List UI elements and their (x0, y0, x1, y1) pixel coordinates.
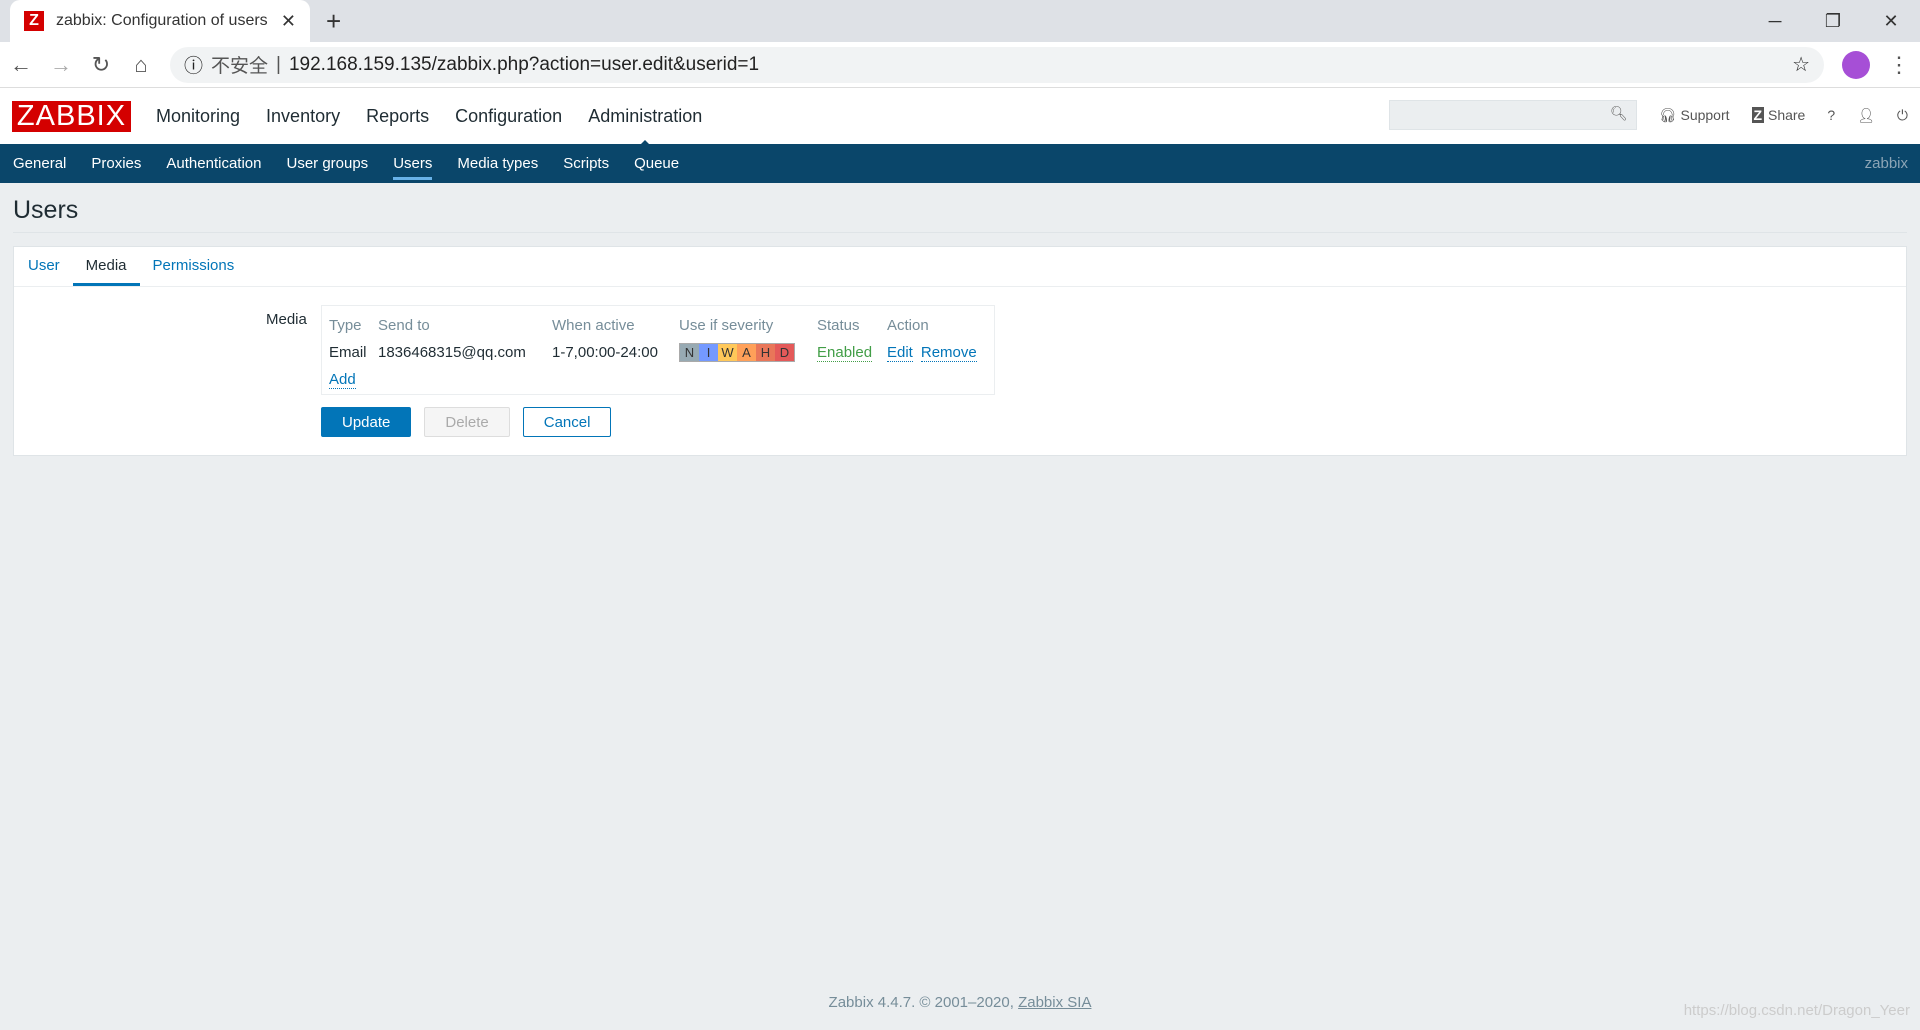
sign-out-icon[interactable]: ⏻ (1897, 107, 1908, 124)
edit-link[interactable]: Edit (887, 344, 913, 362)
col-status: Status (817, 317, 860, 334)
media-type: Email (329, 344, 367, 361)
nav-configuration[interactable]: Configuration (442, 106, 575, 127)
forward-icon[interactable]: → (50, 52, 72, 78)
media-label: Media (266, 311, 307, 328)
subnav-scripts[interactable]: Scripts (563, 155, 609, 172)
severity-n: N (680, 344, 699, 361)
col-action: Action (887, 317, 929, 334)
browser-tab[interactable]: Z zabbix: Configuration of users ✕ (10, 0, 310, 42)
tab-title: zabbix: Configuration of users (56, 12, 268, 29)
media-table: Type Send to When active Use if severity… (321, 305, 995, 395)
severity-h: H (756, 344, 775, 361)
insecure-label: 不安全 (211, 56, 269, 77)
bookmark-star-icon[interactable]: ☆ (1792, 52, 1810, 77)
nav-reports[interactable]: Reports (353, 106, 442, 127)
search-input[interactable]: 🔍︎ (1388, 100, 1637, 130)
zabbix-logo[interactable]: ZABBIX (12, 100, 131, 132)
nav-administration[interactable]: Administration (575, 106, 715, 149)
subnav-queue[interactable]: Queue (634, 155, 679, 172)
user-form: User Media Permissions Media Type Send t… (13, 246, 1907, 456)
back-icon[interactable]: ← (10, 52, 32, 78)
delete-button[interactable]: Delete (424, 407, 510, 437)
close-window-icon[interactable]: ✕ (1862, 0, 1920, 42)
subnav-user-groups[interactable]: User groups (286, 155, 368, 172)
info-icon[interactable]: ⓘ (184, 51, 203, 78)
help-icon[interactable]: ? (1827, 107, 1835, 123)
page-title: Users (13, 196, 79, 224)
user-profile-icon[interactable]: 👤︎ (1857, 107, 1875, 124)
subnav-authentication[interactable]: Authentication (166, 155, 261, 172)
subnav-users[interactable]: Users (393, 155, 433, 180)
subnav-media-types[interactable]: Media types (457, 155, 538, 172)
minimize-icon[interactable]: ─ (1746, 0, 1804, 42)
col-when-active: When active (552, 317, 635, 334)
url-text[interactable]: 192.168.159.135/zabbix.php?action=user.e… (289, 54, 759, 76)
divider (13, 232, 1907, 233)
home-icon[interactable]: ⌂ (130, 52, 152, 78)
severity-d: D (775, 344, 794, 361)
cancel-button[interactable]: Cancel (522, 407, 612, 437)
tab-permissions[interactable]: Permissions (140, 247, 248, 286)
send-to: 1836468315@qq.com (378, 344, 526, 361)
col-severity: Use if severity (679, 317, 774, 334)
footer: Zabbix 4.4.7. © 2001–2020, Zabbix SIA (828, 994, 1092, 1011)
tab-user[interactable]: User (15, 247, 73, 286)
sub-nav: General Proxies Authentication User grou… (0, 144, 1920, 183)
table-row: Email 1836468315@qq.com 1-7,00:00-24:00 … (329, 339, 987, 366)
address-toolbar: ← → ↻ ⌂ ⓘ 不安全 | 192.168.159.135/zabbix.ph… (0, 42, 1920, 88)
col-type: Type (329, 317, 362, 334)
subnav-general[interactable]: General (13, 155, 66, 172)
zabbix-header: ZABBIX Monitoring Inventory Reports Conf… (0, 88, 1920, 149)
support-link[interactable]: 🎧︎ Support (1659, 107, 1730, 124)
status-toggle[interactable]: Enabled (817, 344, 873, 362)
watermark: https://blog.csdn.net/Dragon_Yeer (1683, 1002, 1910, 1019)
menu-icon[interactable]: ⋮ (1888, 52, 1910, 78)
severity-indicator: N I W A H D (679, 343, 795, 362)
remove-link[interactable]: Remove (920, 344, 977, 362)
nav-monitoring[interactable]: Monitoring (143, 106, 253, 127)
tab-media[interactable]: Media (72, 247, 140, 286)
close-tab-icon[interactable]: ✕ (281, 11, 296, 32)
update-button[interactable]: Update (321, 407, 412, 437)
reload-icon[interactable]: ↻ (90, 52, 112, 78)
when-active: 1-7,00:00-24:00 (552, 344, 658, 361)
main-nav: Monitoring Inventory Reports Configurati… (143, 106, 715, 149)
zabbix-favicon-icon: Z (24, 11, 44, 31)
search-icon[interactable]: 🔍︎ (1610, 105, 1628, 122)
restore-icon[interactable]: ❐ (1804, 0, 1862, 42)
col-send-to: Send to (378, 317, 430, 334)
browser-tabstrip: Z zabbix: Configuration of users ✕ + ─ ❐ ✕ (0, 0, 1920, 42)
new-tab-icon[interactable]: + (326, 6, 341, 37)
severity-w: W (718, 344, 737, 361)
profile-avatar[interactable] (1842, 50, 1870, 79)
nav-inventory[interactable]: Inventory (253, 106, 353, 127)
subnav-proxies[interactable]: Proxies (91, 155, 141, 172)
address-bar[interactable]: ⓘ 不安全 | 192.168.159.135/zabbix.php?action… (170, 46, 1824, 83)
severity-a: A (737, 344, 756, 361)
add-media-link[interactable]: Add (329, 371, 356, 389)
severity-i: I (699, 344, 718, 361)
zabbix-sia-link[interactable]: Zabbix SIA (1018, 994, 1091, 1011)
share-link[interactable]: Z Share (1751, 107, 1805, 123)
server-name: zabbix (1864, 155, 1908, 172)
